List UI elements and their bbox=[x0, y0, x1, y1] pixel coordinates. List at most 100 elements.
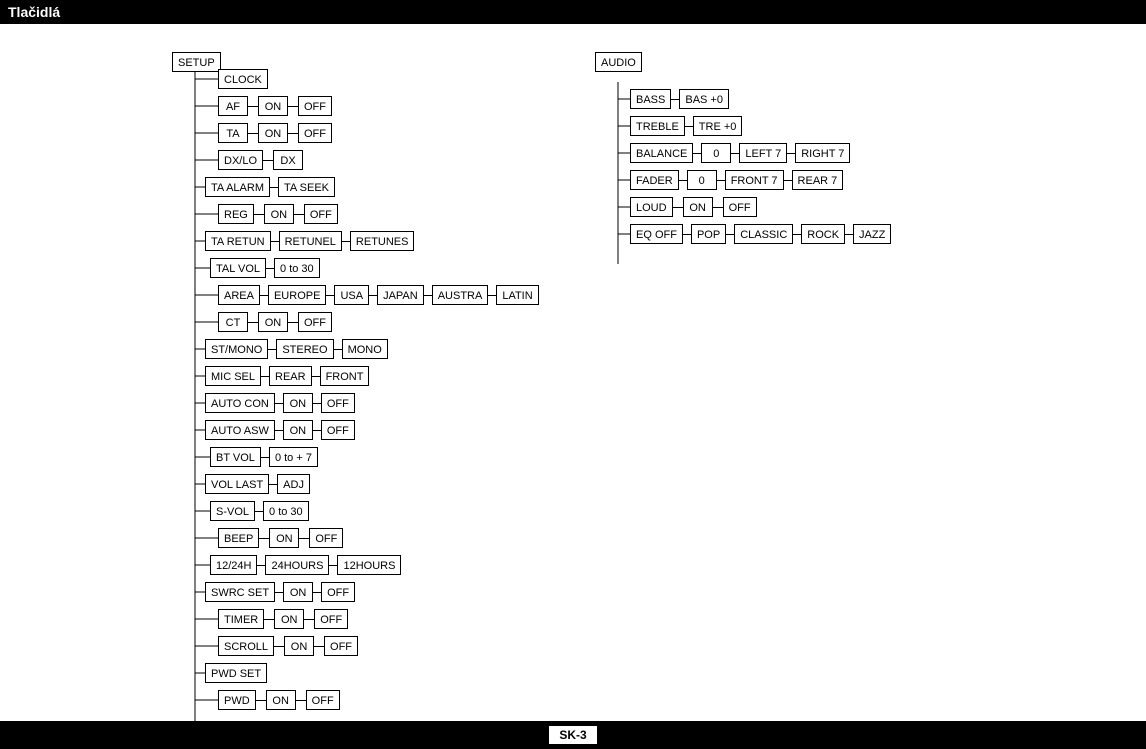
reg-label: REG bbox=[218, 204, 254, 224]
swrcset-row: SWRC SET ON OFF bbox=[205, 582, 355, 602]
btvol-range: 0 to + 7 bbox=[269, 447, 318, 467]
treble-label: TREBLE bbox=[630, 116, 685, 136]
beep-row: BEEP ON OFF bbox=[218, 528, 343, 548]
rock-label: ROCK bbox=[801, 224, 845, 244]
audio-box: AUDIO bbox=[595, 52, 642, 72]
footer-label: SK-3 bbox=[549, 726, 596, 744]
loud-label: LOUD bbox=[630, 197, 673, 217]
loud-row: LOUD ON OFF bbox=[630, 197, 757, 217]
ct-row: CT ON OFF bbox=[218, 312, 332, 332]
area-usa: USA bbox=[334, 285, 369, 305]
area-row: AREA EUROPE USA JAPAN AUSTRA LATIN bbox=[218, 285, 539, 305]
autoasw-off: OFF bbox=[321, 420, 355, 440]
balance-row: BALANCE 0 LEFT 7 RIGHT 7 bbox=[630, 143, 850, 163]
pwd-row: PWD ON OFF bbox=[218, 690, 340, 710]
mono-label: MONO bbox=[342, 339, 388, 359]
eqoff-label: EQ OFF bbox=[630, 224, 683, 244]
area-latin: LATIN bbox=[496, 285, 538, 305]
ta-off: OFF bbox=[298, 123, 332, 143]
timer-off: OFF bbox=[314, 609, 348, 629]
autocon-label: AUTO CON bbox=[205, 393, 275, 413]
setup-label: SETUP bbox=[172, 52, 221, 72]
front-label: FRONT bbox=[320, 366, 370, 386]
pwdset-label: PWD SET bbox=[205, 663, 267, 683]
autoasw-label: AUTO ASW bbox=[205, 420, 275, 440]
af-off: OFF bbox=[298, 96, 332, 116]
eq-row: EQ OFF POP CLASSIC ROCK JAZZ bbox=[630, 224, 891, 244]
area-japan: JAPAN bbox=[377, 285, 424, 305]
scroll-on: ON bbox=[284, 636, 314, 656]
ct-label: CT bbox=[218, 312, 248, 332]
af-label: AF bbox=[218, 96, 248, 116]
talvol-label: TAL VOL bbox=[210, 258, 266, 278]
timer-row: TIMER ON OFF bbox=[218, 609, 348, 629]
taretun-label: TA RETUN bbox=[205, 231, 271, 251]
pop-label: POP bbox=[691, 224, 726, 244]
taalarm-row: TA ALARM TA SEEK bbox=[205, 177, 335, 197]
jazz-label: JAZZ bbox=[853, 224, 891, 244]
ta-label: TA bbox=[218, 123, 248, 143]
clock-label: CLOCK bbox=[218, 69, 268, 89]
micsel-label: MIC SEL bbox=[205, 366, 261, 386]
fader-val: 0 bbox=[687, 170, 717, 190]
right7-label: RIGHT 7 bbox=[795, 143, 850, 163]
btvol-label: BT VOL bbox=[210, 447, 261, 467]
scroll-row: SCROLL ON OFF bbox=[218, 636, 358, 656]
reg-off: OFF bbox=[304, 204, 338, 224]
reg-row: REG ON OFF bbox=[218, 204, 338, 224]
af-on: ON bbox=[258, 96, 288, 116]
rear7-label: REAR 7 bbox=[792, 170, 844, 190]
swrcset-label: SWRC SET bbox=[205, 582, 275, 602]
loud-on: ON bbox=[683, 197, 713, 217]
dxlo-dx: DX bbox=[273, 150, 303, 170]
pwdset-row: PWD SET bbox=[205, 663, 267, 683]
pwd-label: PWD bbox=[218, 690, 256, 710]
bass-row: BASS BAS +0 bbox=[630, 89, 729, 109]
beep-off: OFF bbox=[309, 528, 343, 548]
dxlo-label: DX/LO bbox=[218, 150, 263, 170]
connector-lines bbox=[0, 24, 1146, 721]
ta-on: ON bbox=[258, 123, 288, 143]
left7-label: LEFT 7 bbox=[739, 143, 787, 163]
retunel-label: RETUNEL bbox=[279, 231, 342, 251]
pwd-off: OFF bbox=[306, 690, 340, 710]
24hours-label: 24HOURS bbox=[265, 555, 329, 575]
svol-range: 0 to 30 bbox=[263, 501, 309, 521]
svol-label: S-VOL bbox=[210, 501, 255, 521]
fader-label: FADER bbox=[630, 170, 679, 190]
svol-row: S-VOL 0 to 30 bbox=[210, 501, 309, 521]
ta-row: TA ON OFF bbox=[218, 123, 332, 143]
front7-label: FRONT 7 bbox=[725, 170, 784, 190]
bass-label: BASS bbox=[630, 89, 671, 109]
title-bar: Tlačidlá bbox=[0, 0, 1146, 24]
fader-row: FADER 0 FRONT 7 REAR 7 bbox=[630, 170, 843, 190]
dxlo-row: DX/LO DX bbox=[218, 150, 303, 170]
btvol-row: BT VOL 0 to + 7 bbox=[210, 447, 318, 467]
beep-label: BEEP bbox=[218, 528, 259, 548]
clock-row: CLOCK bbox=[218, 69, 268, 89]
pwd-on: ON bbox=[266, 690, 296, 710]
taalarm-label: TA ALARM bbox=[205, 177, 270, 197]
talvol-row: TAL VOL 0 to 30 bbox=[210, 258, 320, 278]
12hours-label: 12HOURS bbox=[337, 555, 401, 575]
scroll-off: OFF bbox=[324, 636, 358, 656]
taseek-label: TA SEEK bbox=[278, 177, 335, 197]
timer-label: TIMER bbox=[218, 609, 264, 629]
micsel-row: MIC SEL REAR FRONT bbox=[205, 366, 369, 386]
swrcset-off: OFF bbox=[321, 582, 355, 602]
stmono-label: ST/MONO bbox=[205, 339, 268, 359]
autoasw-row: AUTO ASW ON OFF bbox=[205, 420, 355, 440]
autoasw-on: ON bbox=[283, 420, 313, 440]
tre0-label: TRE +0 bbox=[693, 116, 743, 136]
hour-row: 12/24H 24HOURS 12HOURS bbox=[210, 555, 401, 575]
af-row: AF ON OFF bbox=[218, 96, 332, 116]
reg-on: ON bbox=[264, 204, 294, 224]
setup-box: SETUP bbox=[172, 52, 221, 72]
area-europe: EUROPE bbox=[268, 285, 326, 305]
ct-off: OFF bbox=[298, 312, 332, 332]
vollast-label: VOL LAST bbox=[205, 474, 269, 494]
beep-on: ON bbox=[269, 528, 299, 548]
vollast-row: VOL LAST ADJ bbox=[205, 474, 310, 494]
main-content: SETUP CLOCK AF ON OFF TA ON OFF DX/LO DX… bbox=[0, 24, 1146, 721]
hour-label: 12/24H bbox=[210, 555, 257, 575]
